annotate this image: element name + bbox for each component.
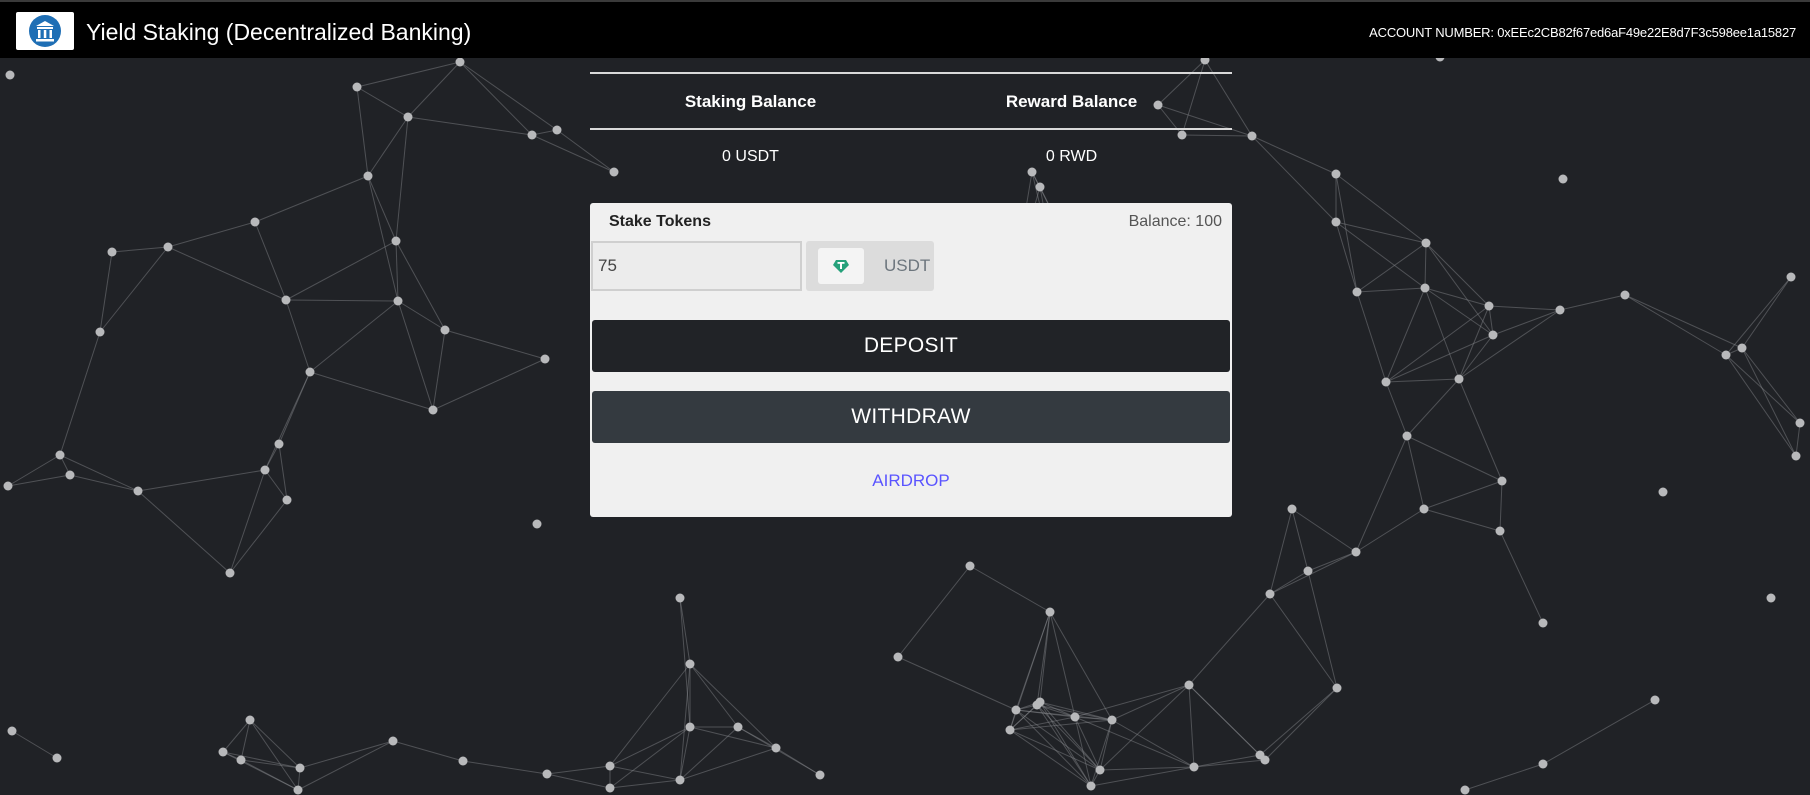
- withdraw-button[interactable]: WITHDRAW: [592, 391, 1230, 443]
- stake-amount-input[interactable]: [591, 241, 802, 291]
- account-number: ACCOUNT NUMBER: 0xEEc2CB82f67ed6aF49e22E…: [1369, 25, 1796, 40]
- logo: [16, 12, 74, 50]
- top-navbar: Yield Staking (Decentralized Banking) AC…: [0, 0, 1810, 58]
- token-name: USDT: [884, 256, 931, 275]
- staking-balance-header: Staking Balance: [590, 72, 911, 130]
- reward-balance-value: 0 RWD: [1045, 148, 1098, 165]
- account-label: ACCOUNT NUMBER:: [1369, 25, 1494, 40]
- airdrop-link[interactable]: AIRDROP: [590, 471, 1232, 491]
- token-addon: USDT: [806, 241, 934, 291]
- app-title: Yield Staking (Decentralized Banking): [86, 19, 472, 45]
- account-address: 0xEEc2CB82f67ed6aF49e22E8d7F3c598ee1a158…: [1497, 25, 1796, 40]
- deposit-button[interactable]: DEPOSIT: [592, 320, 1230, 372]
- wallet-balance: Balance: 100: [1128, 213, 1222, 230]
- balances-table: Staking Balance Reward Balance 0 USDT 0 …: [590, 72, 1232, 166]
- reward-balance-header: Reward Balance: [911, 72, 1232, 130]
- tether-icon: [818, 248, 864, 284]
- stake-tokens-card: Stake Tokens Balance: 100 USDT DEPOSIT W…: [590, 203, 1232, 517]
- stake-tokens-label: Stake Tokens: [609, 213, 711, 230]
- staking-balance-value: 0 USDT: [722, 148, 779, 165]
- bank-icon: [29, 15, 61, 47]
